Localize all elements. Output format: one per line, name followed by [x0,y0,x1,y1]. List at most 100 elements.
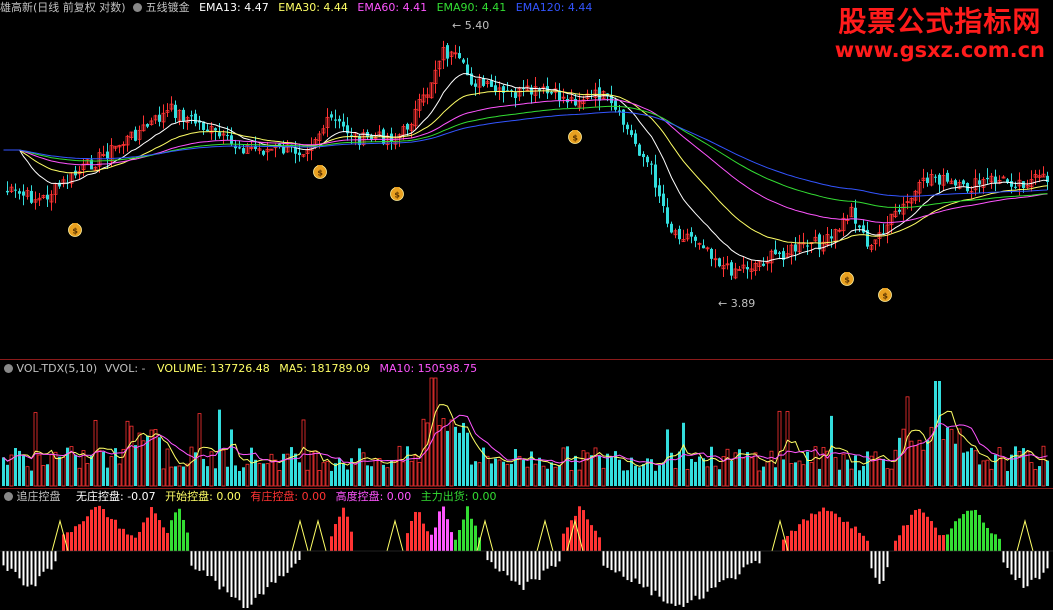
candle-body [230,135,233,144]
candle-body [1014,186,1017,188]
volume-bar [917,439,922,487]
volume-bar [226,466,229,486]
start-control-spike [291,519,309,552]
volume-bar [214,468,217,486]
start-control-spike [536,519,554,552]
volume-bar [425,422,430,487]
volume-bar [301,419,306,487]
candle-body [618,110,621,112]
volume-bar [741,457,746,487]
volume-bar [1041,445,1046,487]
volume-bar [994,454,997,486]
volume-bar [165,448,170,487]
volume-bar [137,432,142,487]
indicator-chart[interactable] [0,489,1053,610]
candle-body [778,252,781,255]
volume-bar [538,457,541,486]
collapse-icon[interactable] [4,492,13,501]
volume-bar [14,448,17,486]
volume-legend: VOL-TDX(5,10) VVOL: - VOLUME: 137726.48 … [0,361,477,377]
collapse-icon[interactable] [133,3,143,12]
svg-text:$: $ [844,276,850,285]
volume-bar [941,439,946,487]
volume-chart[interactable] [0,360,1053,488]
candle-body [818,234,821,250]
volume-bar [470,464,473,486]
volume-bar [102,451,105,486]
volume-bar [61,457,66,487]
volume-bar [366,465,369,486]
volume-bar [390,460,393,486]
indicator-panel[interactable] [0,489,1053,610]
candle-body [630,130,633,135]
volume-bar [846,459,849,486]
candle-body [46,194,49,200]
volume-bar [346,469,349,486]
candle-body [482,78,485,86]
volume-bar [30,470,33,486]
volume-bar [569,469,574,487]
candle-body [718,258,721,267]
candle-body [650,163,653,165]
volume-bar [849,468,854,487]
volume-bar [901,428,906,487]
volume-bar [981,460,986,487]
candle-body [774,249,777,255]
candle-body [242,148,245,154]
volume-bar [33,412,38,487]
volume-bar [209,451,214,487]
high-price-label: ← 5.40 [452,19,489,32]
candle-body [670,223,673,233]
ema30-value: EMA30: 4.44 [278,1,348,14]
volume-bar [134,445,137,486]
volume-bar [590,455,593,486]
ind-indicator-name[interactable]: 追庄控盘 [17,490,61,503]
volume-bar [877,458,882,487]
volume-bar [522,459,525,486]
kaishi-value: 开始控盘: 0.00 [165,490,241,503]
volume-bar [749,457,754,487]
volume-bar [1038,466,1041,486]
money-bag-icon: $ [878,288,892,302]
volume-bar [1046,460,1049,486]
indicator-name[interactable]: 五线镀金 [146,1,190,14]
volume-bar [206,466,209,486]
volume-bar [373,458,378,487]
volume-bar [433,377,438,487]
volume-bar [725,448,730,487]
candle-body [330,114,333,118]
volume-bar [782,459,785,486]
volume-bar [610,456,613,486]
svg-text:$: $ [317,169,323,178]
volume-bar [801,464,806,487]
volume-bar [1006,470,1009,486]
candle-body [678,228,681,240]
volume-bar [129,425,134,487]
volume-bar [273,459,278,487]
volume-bar [254,459,257,486]
volume-bar [409,460,414,487]
volume-bar [106,467,109,486]
volume-bar [702,458,705,486]
volume-bar [622,470,625,486]
candle-body [174,104,177,118]
volume-bar [497,459,502,487]
candle-body [338,118,341,122]
volume-bar [762,466,765,486]
candle-body [934,176,937,178]
volume-bar [477,462,482,487]
volume-bar [673,468,678,487]
volume-panel[interactable] [0,360,1053,488]
volume-bar [1014,446,1017,486]
candle-body [182,109,185,122]
candle-body [18,191,21,194]
volume-bar [774,467,777,486]
volume-bar [74,454,77,486]
ma5-value: MA5: 181789.09 [279,362,370,375]
candle-body [994,176,997,184]
vol-indicator-name[interactable]: VOL-TDX(5,10) [17,362,98,375]
volume-bar [109,456,114,487]
volume-bar [2,457,5,486]
candle-body [1010,181,1013,187]
collapse-icon[interactable] [4,364,13,373]
